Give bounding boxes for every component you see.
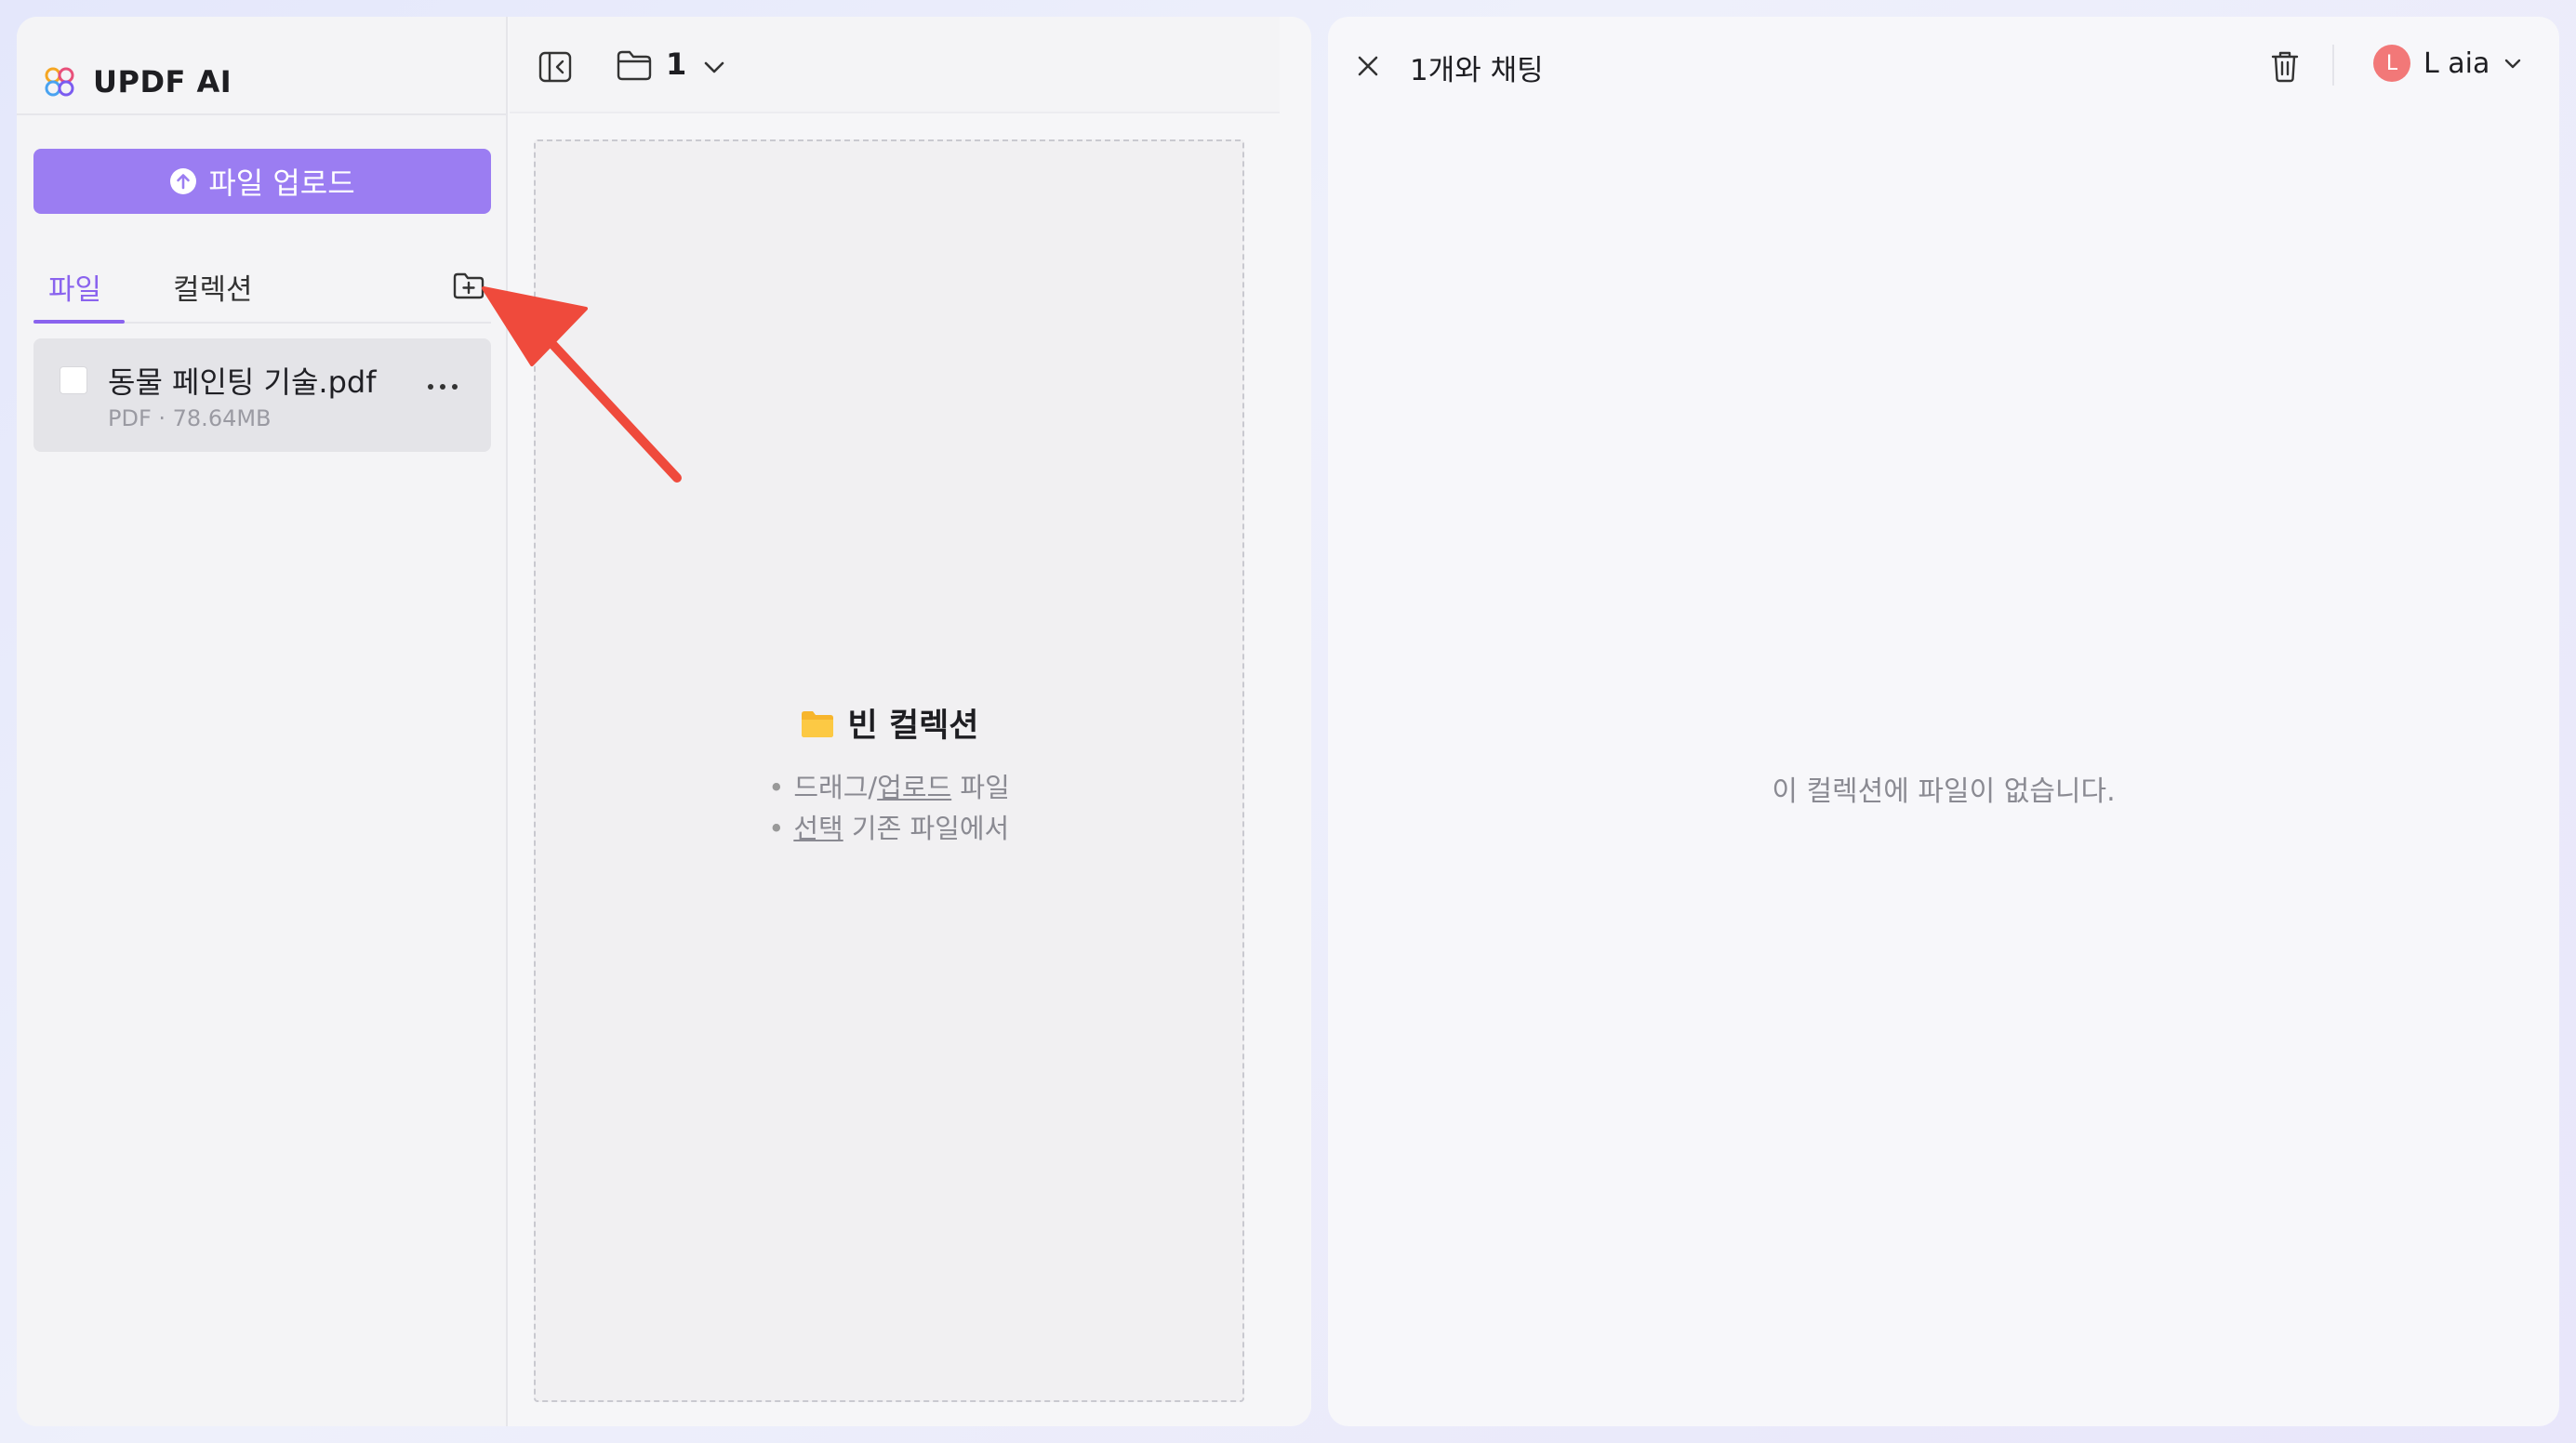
hint-line-upload: • 드래그/업로드 파일 bbox=[768, 767, 1010, 808]
select-link[interactable]: 선택 bbox=[793, 813, 843, 844]
upload-arrow-icon bbox=[170, 168, 197, 194]
folder-icon bbox=[617, 50, 652, 81]
file-meta: PDF · 78.64MB bbox=[108, 405, 272, 431]
upload-link[interactable]: 업로드 bbox=[877, 772, 951, 803]
collection-view: 1 빈 컬렉션 • 드래그/업로드 파일 • 선택 기존 파일에서 bbox=[510, 17, 1311, 1426]
chat-title: 1개와 채팅 bbox=[1410, 54, 1544, 87]
updf-logo-icon bbox=[45, 67, 74, 97]
bullet: • bbox=[768, 772, 785, 803]
collection-toolbar: 1 bbox=[510, 17, 1280, 113]
sidebar: UPDF AI 파일 업로드 파일 컬렉션 동물 페인팅 기술.pdf PDF … bbox=[17, 17, 508, 1426]
empty-collection: 빈 컬렉션 • 드래그/업로드 파일 • 선택 기존 파일에서 bbox=[536, 699, 1242, 849]
app-brand: UPDF AI bbox=[43, 52, 232, 112]
chat-panel: 1개와 채팅 L L aia 이 컬렉션에 파일이 없습니다. bbox=[1328, 17, 2559, 1426]
tab-files[interactable]: 파일 bbox=[48, 266, 101, 308]
collection-count: 1 bbox=[666, 46, 687, 82]
upload-file-label: 파일 업로드 bbox=[208, 165, 355, 201]
tab-collections[interactable]: 컬렉션 bbox=[173, 266, 253, 308]
chat-header: 1개와 채팅 L L aia bbox=[1328, 17, 2559, 113]
file-list-item[interactable]: 동물 페인팅 기술.pdf PDF · 78.64MB bbox=[33, 338, 491, 452]
workspace-panel: UPDF AI 파일 업로드 파일 컬렉션 동물 페인팅 기술.pdf PDF … bbox=[17, 17, 1311, 1426]
hint-text: 파일 bbox=[951, 772, 1010, 803]
bullet: • bbox=[768, 813, 785, 844]
sidebar-collapse-icon[interactable] bbox=[538, 50, 573, 84]
empty-title-text: 빈 컬렉션 bbox=[847, 708, 979, 745]
hint-text: 드래그/ bbox=[793, 772, 878, 803]
folder-plus-icon[interactable] bbox=[452, 270, 485, 301]
file-checkbox[interactable] bbox=[60, 366, 87, 394]
active-tab-indicator bbox=[33, 320, 125, 324]
user-menu[interactable]: L L aia bbox=[2373, 45, 2523, 82]
close-icon[interactable] bbox=[1354, 52, 1382, 80]
folder-icon bbox=[801, 710, 833, 737]
hint-line-select: • 선택 기존 파일에서 bbox=[768, 808, 1010, 849]
chevron-down-icon[interactable] bbox=[701, 56, 727, 78]
avatar: L bbox=[2373, 45, 2410, 82]
empty-collection-title: 빈 컬렉션 bbox=[800, 699, 979, 747]
chevron-down-icon bbox=[2505, 59, 2521, 69]
empty-collection-hints: • 드래그/업로드 파일 • 선택 기존 파일에서 bbox=[768, 767, 1010, 849]
upload-file-button[interactable]: 파일 업로드 bbox=[33, 149, 491, 214]
user-name: L aia bbox=[2423, 46, 2490, 80]
more-dots-icon[interactable] bbox=[424, 377, 461, 396]
sidebar-tabs: 파일 컬렉션 bbox=[33, 249, 491, 324]
chat-empty-message: 이 컬렉션에 파일이 없습니다. bbox=[1772, 775, 2116, 808]
file-dropzone[interactable]: 빈 컬렉션 • 드래그/업로드 파일 • 선택 기존 파일에서 bbox=[534, 139, 1244, 1402]
app-name: UPDF AI bbox=[93, 64, 232, 99]
file-name: 동물 페인팅 기술.pdf bbox=[108, 364, 377, 400]
hint-text: 기존 파일에서 bbox=[843, 813, 1010, 844]
trash-icon[interactable] bbox=[2269, 48, 2301, 84]
header-separator bbox=[2332, 45, 2334, 86]
sidebar-divider bbox=[17, 113, 506, 115]
